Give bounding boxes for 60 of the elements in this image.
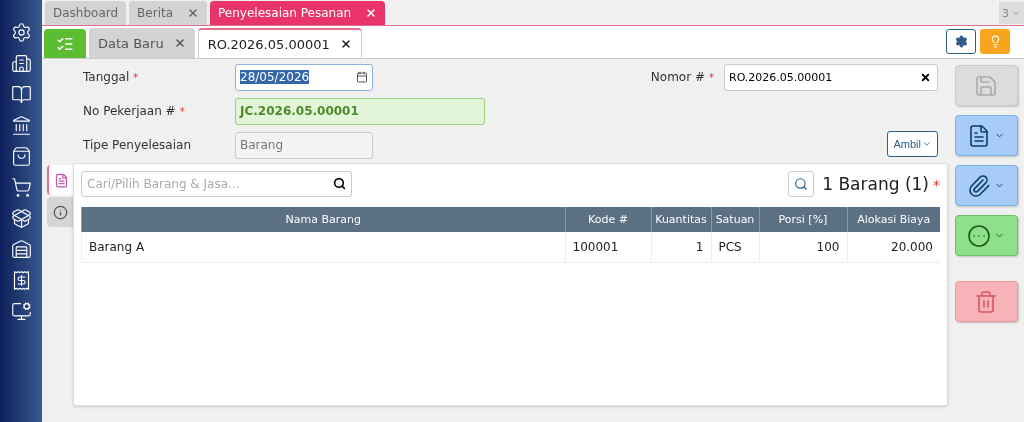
table-cell: Barang A: [81, 232, 565, 262]
more-icon: [967, 223, 991, 248]
dropdown-button[interactable]: Ambil: [887, 131, 938, 157]
column-header: Kuantitas: [651, 207, 711, 232]
table-cell: 100: [759, 232, 847, 262]
input-field[interactable]: RO.2026.05.00001: [724, 63, 938, 91]
calendar-icon[interactable]: [356, 71, 368, 83]
more-button[interactable]: [954, 215, 1018, 256]
table-cell: 20.000: [847, 232, 940, 262]
field-label: No Pekerjaan # *: [83, 104, 186, 118]
field-label: Tanggal *: [83, 70, 140, 84]
document-icon: [967, 123, 991, 148]
tab[interactable]: RO.2026.05.00001: [197, 28, 362, 58]
settings-icon[interactable]: [10, 22, 32, 43]
date-field[interactable]: 28/05/2026: [235, 63, 373, 91]
trash-icon: [974, 289, 998, 314]
column-header: Porsi [%]: [759, 207, 847, 232]
tab[interactable]: Dashboard: [45, 1, 127, 25]
settings-icon: [954, 35, 968, 48]
item-count: 1 Barang (1) *: [822, 174, 940, 194]
settings-button[interactable]: [946, 29, 976, 54]
package-icon[interactable]: [10, 208, 32, 229]
table-cell: 1: [651, 232, 711, 262]
monitor-icon[interactable]: [10, 301, 32, 322]
save-icon: [974, 73, 998, 98]
side-tab[interactable]: [47, 165, 73, 195]
chevron-down-icon: [1011, 8, 1021, 18]
column-header: Alokasi Biaya: [847, 207, 940, 232]
tab-count-button[interactable]: 3: [999, 2, 1024, 24]
document-button[interactable]: [954, 115, 1018, 156]
field-label: Tipe Penyelesaian: [83, 138, 192, 152]
search-icon: [333, 177, 346, 190]
warehouse-icon[interactable]: [10, 239, 32, 260]
column-header: Nama Barang: [81, 207, 565, 232]
tab[interactable]: Penyelesaian Pesanan: [210, 1, 386, 25]
cart-icon[interactable]: [10, 177, 32, 198]
column-header: Kode #: [565, 207, 651, 232]
bag-icon[interactable]: [10, 146, 32, 167]
document-icon: [53, 172, 69, 188]
tab[interactable]: Berita: [129, 1, 208, 25]
book-icon[interactable]: [10, 84, 32, 105]
info-icon: [52, 204, 68, 220]
search-icon: [794, 177, 809, 191]
building-icon[interactable]: [10, 53, 32, 74]
search-button[interactable]: [788, 171, 815, 197]
input-field[interactable]: Barang: [235, 131, 373, 159]
input-field[interactable]: JC.2026.05.00001: [235, 97, 485, 125]
table-cell: 100001: [565, 232, 651, 262]
side-tab[interactable]: [47, 197, 73, 227]
search-field[interactable]: Cari/Pilih Barang & Jasa...: [81, 171, 352, 197]
close-icon[interactable]: [339, 38, 352, 50]
attach-button[interactable]: [954, 165, 1018, 206]
chevron-down-icon: [922, 139, 932, 149]
bank-icon[interactable]: [10, 115, 32, 136]
column-header: Satuan: [711, 207, 759, 232]
table-cell: PCS: [711, 232, 759, 262]
clear-icon[interactable]: [920, 71, 931, 83]
tab[interactable]: Data Baru: [89, 28, 195, 58]
field-label: Nomor # *: [650, 70, 714, 84]
paperclip-icon: [967, 173, 991, 198]
